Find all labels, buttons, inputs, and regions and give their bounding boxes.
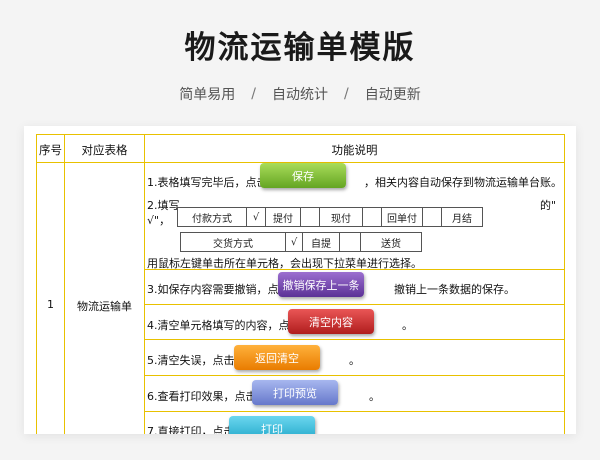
grid-cell: 交货方式: [181, 233, 286, 251]
step4-text: 4.清空单元格填写的内容，点击: [147, 319, 301, 332]
grid-cell: 月结: [452, 213, 472, 225]
grid-cell[interactable]: [340, 233, 361, 251]
header-description: 功能说明: [331, 143, 378, 157]
step6-suffix: 。: [369, 390, 380, 403]
tag-separator: /: [344, 86, 349, 102]
feature-tags: 简单易用 / 自动统计 / 自动更新: [0, 84, 600, 104]
tag-auto-stats: 自动统计: [272, 87, 328, 103]
step2-text: 2.填写: [147, 199, 180, 212]
step3-suffix: 撤销上一条数据的保存。: [394, 283, 515, 296]
grid-line: [64, 134, 65, 434]
row-index: 1: [47, 298, 54, 311]
header-index: 序号: [39, 143, 62, 157]
grid-cell[interactable]: [363, 208, 382, 226]
grid-cell[interactable]: [423, 208, 442, 226]
restore-clear-button[interactable]: 返回清空: [234, 345, 320, 370]
grid-line: [144, 339, 565, 340]
step1-suffix: ，相关内容自动保存到物流运输单台账。: [364, 176, 562, 189]
instruction-sheet: 序号 对应表格 功能说明 1 物流运输单 1.表格填写完毕后，点击 保存 ，相关…: [24, 126, 576, 434]
grid-line: [36, 134, 565, 135]
step2-quote: 的": [540, 199, 557, 212]
grid-line: [144, 411, 565, 412]
step4-suffix: 。: [402, 319, 413, 332]
step1-text: 1.表格填写完毕后，点击: [147, 176, 268, 189]
delivery-method-grid: 交货方式 √ 自提 送货: [180, 232, 422, 252]
grid-cell: 现付: [320, 208, 363, 226]
step2-end: 用鼠标左键单击所在单元格，会出现下拉菜单进行选择。: [147, 257, 422, 270]
grid-line: [36, 134, 37, 434]
step7-text: 7.直接打印，点击: [147, 425, 235, 434]
tag-separator: /: [251, 86, 256, 102]
grid-cell: 提付: [266, 208, 301, 226]
header-table: 对应表格: [81, 143, 128, 157]
grid-cell: 送货: [381, 238, 401, 250]
grid-cell[interactable]: √: [247, 208, 266, 226]
step3-text: 3.如保存内容需要撤销，点击: [147, 283, 290, 296]
print-preview-button[interactable]: 打印预览: [252, 380, 338, 405]
page-title: 物流运输单模版: [184, 30, 416, 66]
step2-check: √"，: [147, 214, 171, 227]
step5-suffix: 。: [349, 354, 360, 367]
grid-cell: 回单付: [382, 208, 423, 226]
grid-line: [144, 134, 145, 434]
grid-line: [144, 304, 565, 305]
grid-cell[interactable]: √: [286, 233, 303, 251]
grid-cell[interactable]: [301, 208, 320, 226]
grid-cell: 付款方式: [178, 208, 247, 226]
step5-text: 5.清空失误，点击: [147, 354, 235, 367]
grid-line: [564, 134, 565, 434]
row-table-name: 物流运输单: [77, 300, 132, 313]
step6-text: 6.查看打印效果，点击: [147, 390, 257, 403]
print-button[interactable]: 打印: [229, 416, 315, 434]
tag-auto-update: 自动更新: [364, 87, 421, 103]
payment-method-grid: 付款方式 √ 提付 现付 回单付 月结: [177, 207, 483, 227]
grid-line: [144, 375, 565, 376]
grid-cell: 自提: [303, 233, 340, 251]
clear-content-button[interactable]: 清空内容: [288, 309, 374, 334]
tag-easy: 简单易用: [179, 87, 236, 103]
undo-save-button[interactable]: 撤销保存上一条: [278, 272, 364, 297]
save-button[interactable]: 保存: [260, 163, 346, 188]
